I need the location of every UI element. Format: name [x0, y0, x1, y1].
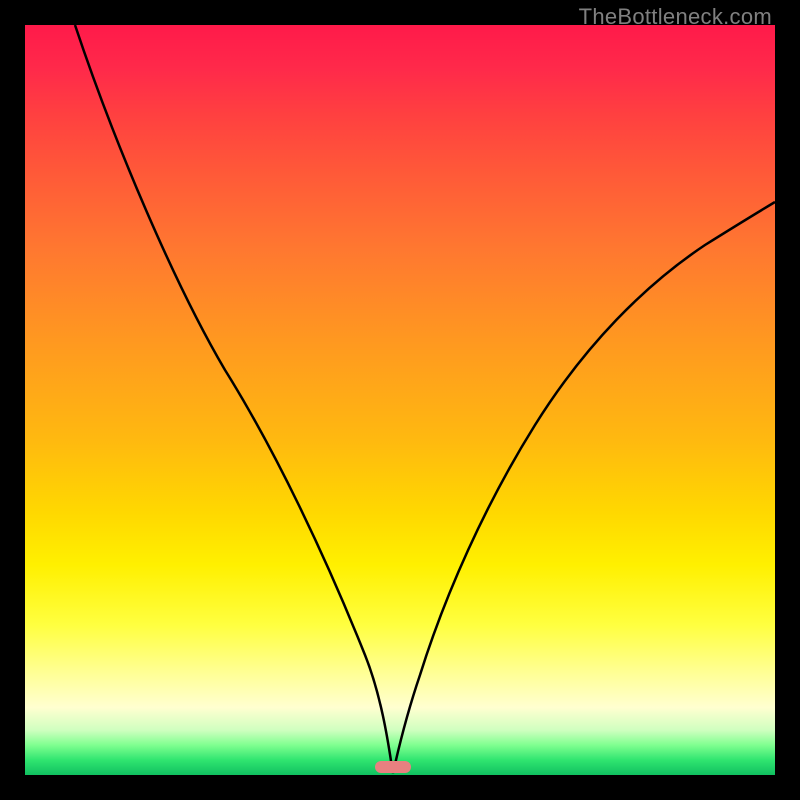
- optimum-marker: [375, 761, 411, 773]
- curve-svg: [25, 25, 775, 775]
- plot-area: [25, 25, 775, 775]
- chart-container: TheBottleneck.com: [0, 0, 800, 800]
- bottleneck-curve: [75, 25, 775, 773]
